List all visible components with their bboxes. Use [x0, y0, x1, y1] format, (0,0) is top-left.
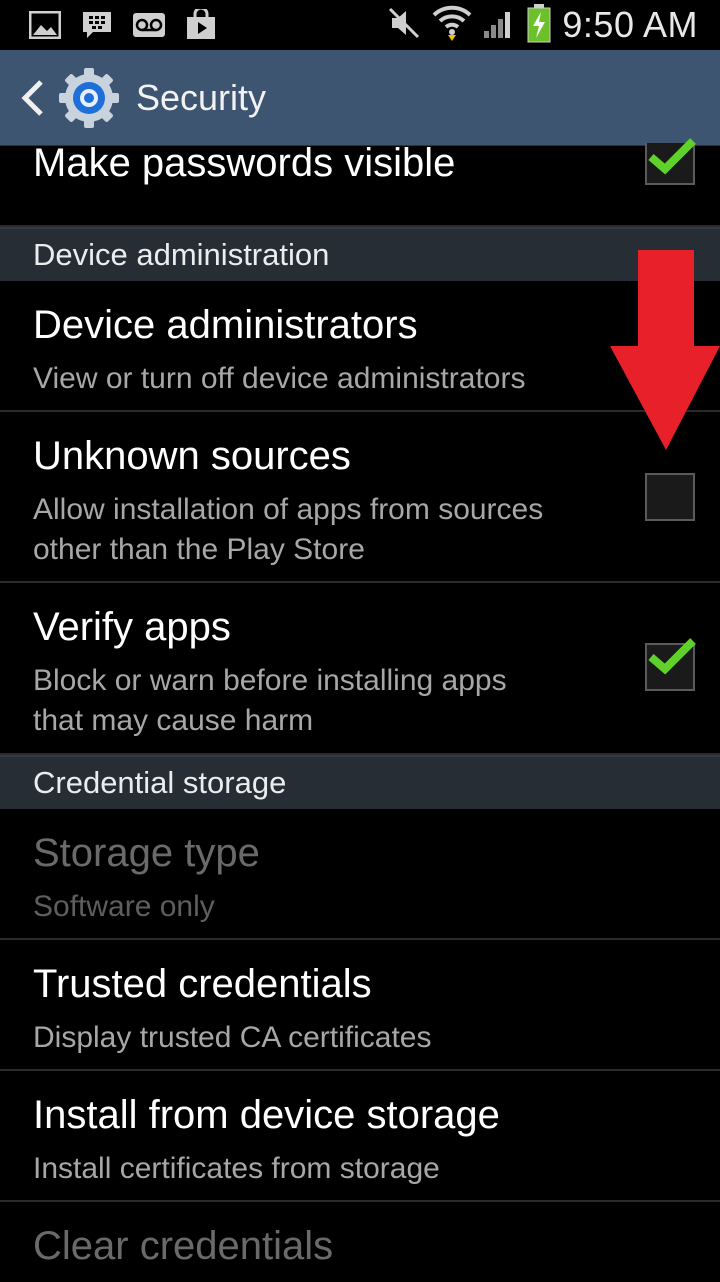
- setting-summary-line1: Block or warn before installing apps: [33, 664, 507, 697]
- mute-icon: [388, 7, 422, 44]
- battery-charging-icon: [526, 3, 552, 48]
- back-button[interactable]: [12, 50, 52, 145]
- settings-gear-icon[interactable]: [56, 65, 122, 131]
- setting-title: Install from device storage: [33, 1093, 500, 1137]
- setting-summary-line2: other than the Play Store: [33, 533, 365, 566]
- setting-verify-apps[interactable]: Verify apps Block or warn before install…: [0, 583, 720, 755]
- setting-title: Unknown sources: [33, 434, 351, 478]
- chevron-left-icon: [21, 79, 43, 116]
- play-store-icon: [184, 9, 218, 40]
- verify-apps-checkbox[interactable]: [645, 638, 696, 691]
- red-arrow-annotation: [610, 250, 720, 450]
- make-passwords-visible-checkbox[interactable]: [645, 138, 696, 185]
- setting-summary: Software only: [33, 890, 215, 923]
- action-bar: Security: [0, 50, 720, 146]
- setting-make-passwords-visible[interactable]: Make passwords visible: [0, 138, 720, 227]
- bbm-icon: [80, 10, 114, 40]
- wifi-icon: [432, 3, 472, 48]
- setting-trusted-credentials[interactable]: Trusted credentials Display trusted CA c…: [0, 940, 720, 1071]
- setting-clear-credentials: Clear credentials: [0, 1202, 720, 1282]
- setting-install-from-device-storage[interactable]: Install from device storage Install cert…: [0, 1071, 720, 1202]
- setting-title: Clear credentials: [33, 1224, 334, 1268]
- setting-summary-line1: Allow installation of apps from sources: [33, 493, 544, 526]
- setting-summary-line2: that may cause harm: [33, 704, 314, 737]
- setting-title: Make passwords visible: [33, 141, 456, 185]
- page-title: Security: [136, 76, 267, 118]
- setting-storage-type: Storage type Software only: [0, 809, 720, 940]
- setting-title: Trusted credentials: [33, 962, 372, 1006]
- status-bar: 9:50 AM: [0, 0, 720, 50]
- section-header-credential-storage: Credential storage: [0, 755, 720, 809]
- setting-summary: Install certificates from storage: [33, 1152, 440, 1185]
- setting-title: Verify apps: [33, 605, 231, 649]
- setting-title: Storage type: [33, 831, 260, 875]
- signal-icon: [482, 7, 516, 44]
- unknown-sources-checkbox[interactable]: [645, 473, 695, 521]
- setting-summary: Display trusted CA certificates: [33, 1021, 432, 1054]
- voicemail-icon: [132, 10, 166, 40]
- setting-summary: View or turn off device administrators: [33, 362, 526, 395]
- status-time: 9:50 AM: [562, 4, 698, 45]
- setting-title: Device administrators: [33, 303, 418, 347]
- gallery-icon: [28, 10, 62, 40]
